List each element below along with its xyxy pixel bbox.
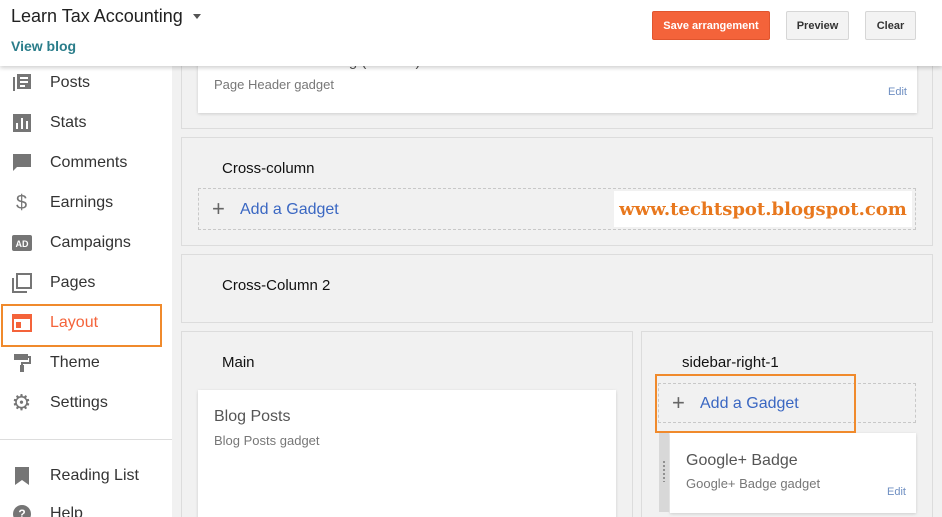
- sidebar-right-title: sidebar-right-1: [682, 354, 779, 371]
- sidebar-item-label: Reading List: [50, 467, 139, 484]
- sidebar-item-layout[interactable]: Layout: [0, 303, 172, 343]
- drag-dots-icon: [662, 460, 666, 482]
- header-gadget-edit-link[interactable]: Edit: [888, 86, 907, 98]
- main-section: Main Blog Posts Blog Posts gadget: [181, 331, 633, 517]
- paint-roller-icon: [11, 353, 32, 374]
- blog-title[interactable]: Learn Tax Accounting: [11, 6, 183, 27]
- pages-icon: [11, 273, 32, 294]
- cross-column-2-section: Cross-Column 2: [181, 254, 933, 323]
- comments-icon: [11, 153, 32, 174]
- chevron-down-icon[interactable]: [193, 14, 201, 19]
- top-header: Learn Tax Accounting View blog Save arra…: [0, 0, 942, 66]
- plus-icon: +: [212, 196, 225, 221]
- sidebar-item-label: Settings: [50, 394, 108, 411]
- watermark: www.techtspot.blogspot.com: [614, 191, 912, 227]
- view-blog-link[interactable]: View blog: [11, 38, 76, 54]
- sidebar-item-label: Pages: [50, 274, 96, 291]
- posts-icon: [11, 73, 32, 94]
- sidebar-item-label: Campaigns: [50, 234, 131, 251]
- sidebar-item-label: Layout: [50, 314, 99, 331]
- sidebar-item-label: Comments: [50, 154, 128, 171]
- sidebar-item-label: Earnings: [50, 194, 114, 211]
- sidebar-item-label: Theme: [50, 354, 100, 371]
- clear-button[interactable]: Clear: [865, 11, 916, 40]
- sidebar-item-theme[interactable]: Theme: [0, 343, 172, 383]
- sidebar-item-label: Stats: [50, 114, 87, 131]
- sidebar-item-settings[interactable]: ⚙ Settings: [0, 383, 172, 423]
- dollar-icon: $: [15, 191, 28, 214]
- google-badge-title: Google+ Badge: [686, 452, 798, 469]
- sidebar-item-reading-list[interactable]: Reading List: [0, 456, 172, 496]
- google-badge-gadget[interactable]: Google+ Badge Google+ Badge gadget Edit: [670, 433, 916, 513]
- sidebar-item-comments[interactable]: Comments: [0, 143, 172, 183]
- google-badge-subtitle: Google+ Badge gadget: [686, 476, 821, 491]
- sidebar-item-help[interactable]: ? Help: [0, 494, 172, 517]
- help-icon: ?: [11, 504, 32, 517]
- sidebar-item-label: Posts: [50, 74, 91, 91]
- sidebar-divider: [0, 439, 172, 440]
- drag-handle[interactable]: [659, 432, 669, 512]
- add-gadget-label: Add a Gadget: [240, 201, 339, 218]
- gear-icon: ⚙: [11, 390, 32, 415]
- main-title: Main: [222, 354, 255, 371]
- blog-posts-subtitle: Blog Posts gadget: [214, 433, 320, 448]
- plus-icon: +: [672, 390, 685, 415]
- header-gadget-subtitle: Page Header gadget: [214, 77, 334, 92]
- sidebar-right-add-gadget[interactable]: + Add a Gadget: [658, 383, 916, 423]
- sidebar-item-label: Help: [50, 505, 83, 517]
- campaigns-icon: AD: [11, 233, 32, 254]
- stats-icon: [11, 113, 32, 134]
- preview-button[interactable]: Preview: [786, 11, 849, 40]
- sidebar-right-section: sidebar-right-1 + Add a Gadget Google+ B…: [641, 331, 933, 517]
- blog-posts-gadget[interactable]: Blog Posts Blog Posts gadget: [198, 390, 616, 517]
- sidebar-item-stats[interactable]: Stats: [0, 103, 172, 143]
- save-arrangement-button[interactable]: Save arrangement: [652, 11, 770, 40]
- add-gadget-label: Add a Gadget: [700, 395, 799, 412]
- bookmark-icon: [11, 466, 32, 487]
- sidebar: Posts Stats Comments $ Earnings AD Campa…: [0, 66, 172, 517]
- cross-column-2-title: Cross-Column 2: [222, 277, 331, 294]
- svg-text:AD: AD: [15, 239, 28, 249]
- sidebar-item-earnings[interactable]: $ Earnings: [0, 183, 172, 223]
- google-badge-edit-link[interactable]: Edit: [887, 486, 906, 498]
- blog-posts-title: Blog Posts: [214, 408, 291, 425]
- sidebar-item-posts[interactable]: Posts: [0, 63, 172, 103]
- cross-column-title: Cross-column: [222, 160, 315, 177]
- sidebar-item-pages[interactable]: Pages: [0, 263, 172, 303]
- sidebar-item-campaigns[interactable]: AD Campaigns: [0, 223, 172, 263]
- layout-icon: [11, 313, 32, 334]
- svg-text:?: ?: [18, 507, 25, 517]
